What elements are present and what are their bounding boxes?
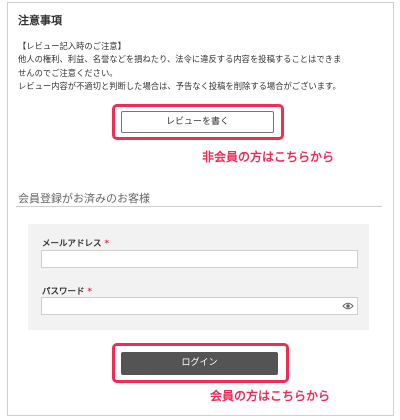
eye-icon[interactable] bbox=[342, 301, 354, 311]
notice-line: せんのでご注意ください。 bbox=[18, 67, 118, 78]
login-button[interactable]: ログイン bbox=[121, 352, 278, 375]
notice-title: 注意事項 bbox=[18, 14, 62, 27]
required-mark: * bbox=[104, 239, 109, 249]
notice-line: 他人の権利、利益、名誉などを損ねたり、法令に違反する内容を投稿することはできま bbox=[18, 54, 342, 65]
notice-line: 【レビュー記入時のご注意】 bbox=[18, 41, 126, 51]
email-label-text: メールアドレス bbox=[42, 239, 102, 249]
member-annotation: 会員の方はこちらから bbox=[210, 389, 331, 403]
required-mark: * bbox=[87, 287, 92, 297]
member-login-header: 会員登録がお済みのお客様 bbox=[18, 192, 150, 205]
divider bbox=[16, 206, 382, 207]
email-label: メールアドレス * bbox=[42, 237, 109, 249]
password-label-text: パスワード bbox=[42, 287, 85, 297]
write-review-button[interactable]: レビューを書く bbox=[121, 111, 274, 133]
notice-line: レビュー内容が不適切と判断した場合は、予告なく投稿を削除する場合がございます。 bbox=[18, 81, 341, 92]
notice-text: 【レビュー記入時のご注意】 他人の権利、利益、名誉などを損ねたり、法令に違反する… bbox=[18, 40, 386, 94]
non-member-annotation: 非会員の方はこちらから bbox=[202, 150, 335, 164]
password-field[interactable] bbox=[41, 297, 358, 315]
email-field[interactable] bbox=[41, 250, 358, 268]
password-label: パスワード * bbox=[42, 285, 92, 297]
